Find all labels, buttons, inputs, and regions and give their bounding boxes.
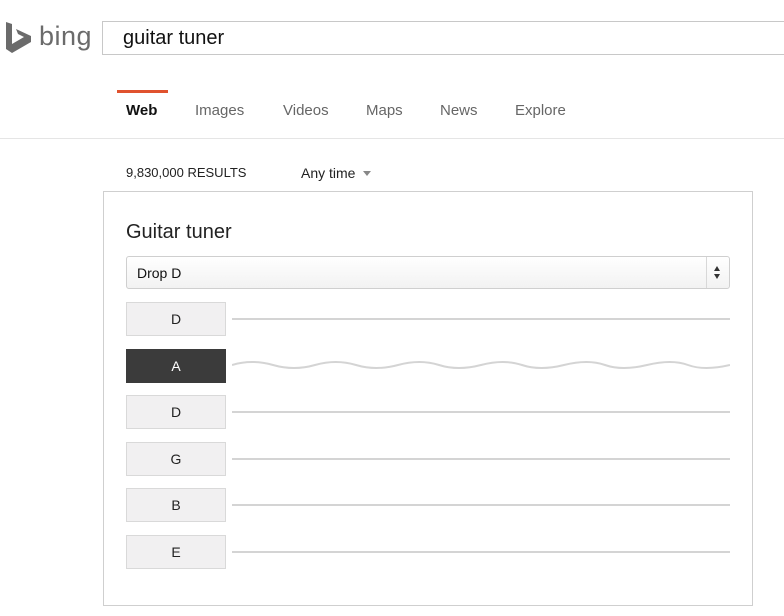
string-line (232, 318, 730, 320)
tuning-select[interactable]: Drop D (126, 256, 730, 289)
string-button-a[interactable]: A (126, 349, 226, 383)
string-button-e[interactable]: E (126, 535, 226, 569)
string-button-d-low[interactable]: D (126, 302, 226, 336)
string-line (232, 551, 730, 553)
search-input[interactable] (123, 25, 723, 51)
tab-maps[interactable]: Maps (366, 102, 403, 119)
tab-explore[interactable]: Explore (515, 102, 566, 119)
tab-videos[interactable]: Videos (283, 102, 329, 119)
select-arrows-icon (706, 257, 729, 288)
logo-text: bing (39, 21, 93, 51)
string-button-g[interactable]: G (126, 442, 226, 476)
string-line (232, 504, 730, 506)
search-box[interactable] (102, 21, 784, 55)
string-button-b[interactable]: B (126, 488, 226, 522)
tab-news[interactable]: News (440, 102, 478, 119)
results-count: 9,830,000 RESULTS (126, 165, 247, 180)
time-filter-dropdown[interactable]: Any time (301, 165, 355, 181)
active-tab-indicator (117, 90, 168, 93)
tuning-select-value: Drop D (137, 265, 182, 281)
card-title: Guitar tuner (126, 221, 232, 243)
tab-images[interactable]: Images (195, 102, 244, 119)
tab-web[interactable]: Web (126, 102, 157, 119)
string-line (232, 411, 730, 413)
nav-tabs: Web Images Videos Maps News Explore (0, 90, 784, 139)
chevron-down-icon[interactable] (363, 171, 371, 176)
bing-b-icon (6, 22, 31, 53)
vibrating-string-wave (232, 361, 730, 369)
string-line (232, 458, 730, 460)
string-button-d[interactable]: D (126, 395, 226, 429)
